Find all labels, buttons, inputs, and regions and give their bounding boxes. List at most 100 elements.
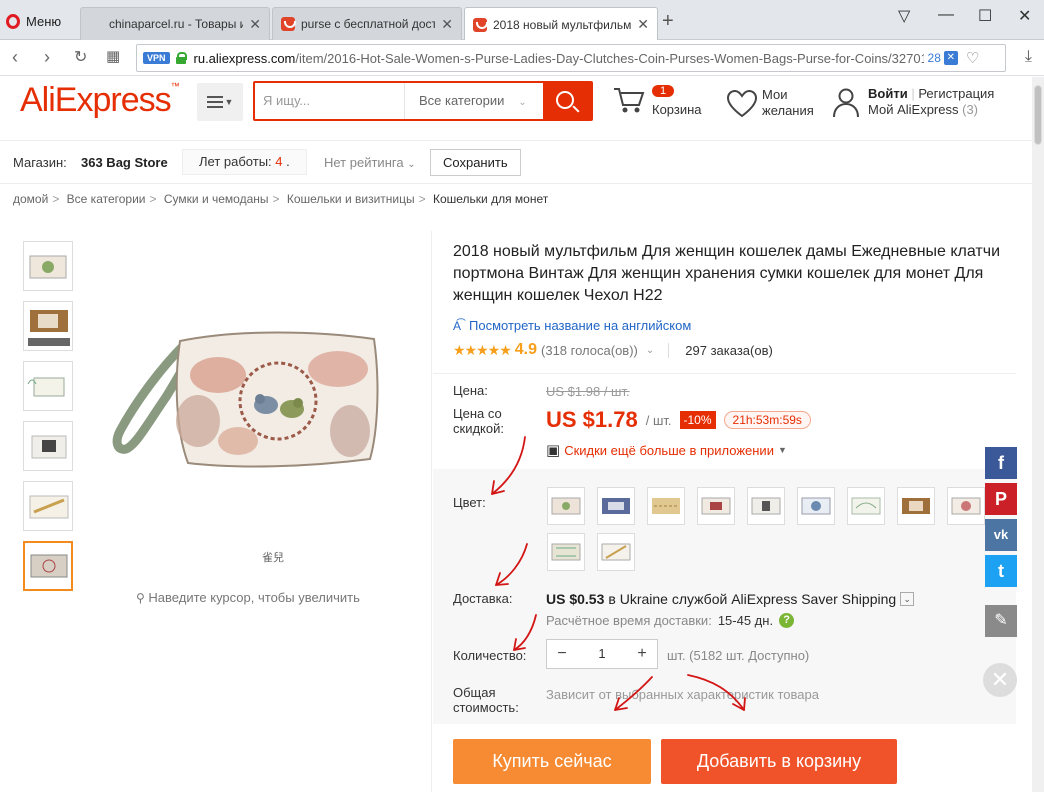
color-label: Цвет: [453,495,486,510]
votes-link[interactable]: (318 голоса(ов)) [541,343,638,358]
thumbnail-image [30,554,68,578]
close-tab-icon[interactable]: ✕ [249,16,261,33]
vk-share-button[interactable]: vk [985,519,1017,551]
login-link[interactable]: Войти [868,86,908,101]
quantity-decrease-button[interactable]: − [547,640,577,668]
maximize-icon[interactable]: ☐ [978,6,992,26]
tab-menu-icon[interactable]: ▽ [898,6,910,26]
color-swatch-image [602,498,630,514]
gallery-thumbnail-selected[interactable] [23,541,73,591]
search-button[interactable] [543,83,591,119]
close-window-icon[interactable]: ✕ [1018,6,1031,26]
product-title: 2018 новый мультфильм Для женщин кошелек… [453,243,1001,304]
adblock-icon[interactable]: ✕ [943,51,958,65]
url-text[interactable]: ru.aliexpress.com/item/2016-Hot-Sale-Wom… [194,51,924,66]
category-select[interactable]: Все категории ⌄ [405,83,543,119]
shipping-price: US $0.53 [546,591,605,607]
main-product-image[interactable] [88,301,418,501]
opera-menu-button[interactable]: Меню [6,10,61,32]
page-scrollbar[interactable] [1032,77,1044,792]
close-tab-icon[interactable]: ✕ [441,16,453,33]
shipping-method[interactable]: в Ukraine службой AliExpress Saver Shipp… [608,591,896,607]
color-option[interactable] [897,487,935,525]
search-input[interactable]: Я ищу... [255,83,405,119]
quantity-increase-button[interactable]: + [627,640,657,668]
tab-purse-search[interactable]: purse с бесплатной доста ✕ [272,7,462,40]
color-option[interactable] [547,533,585,571]
breadcrumb-bags[interactable]: Сумки и чемоданы [164,192,269,206]
color-swatch-image [851,497,881,515]
zoom-icon: ⚲ [136,591,145,605]
color-option[interactable] [647,487,685,525]
vk-icon: vk [993,527,1009,542]
color-option[interactable] [697,487,735,525]
color-option[interactable] [597,533,635,571]
total-label: Общая [453,685,496,700]
tab-product-active[interactable]: 2018 новый мультфильм ✕ [464,7,658,41]
bookmark-heart-icon[interactable]: ♡ [966,49,979,67]
color-option[interactable] [797,487,835,525]
color-swatch-image [951,497,981,515]
color-option[interactable] [947,487,985,525]
add-to-cart-button[interactable]: Добавить в корзину [661,739,897,784]
quantity-input[interactable]: 1 [577,640,627,668]
gallery-thumbnail[interactable] [23,241,73,291]
color-option[interactable] [847,487,885,525]
pinterest-share-button[interactable]: P [985,483,1017,515]
reload-icon[interactable]: ↻ [74,47,87,67]
translate-link[interactable]: A͡ Посмотреть название на английском [453,318,691,333]
thumbnail-image [31,435,67,459]
forward-icon[interactable]: › [44,47,50,68]
shipping-dropdown-icon[interactable]: ⌄ [900,592,915,606]
breadcrumb-home[interactable]: домой [13,192,48,206]
total-label-2: стоимость: [453,700,519,715]
buy-now-button[interactable]: Купить сейчас [453,739,651,784]
cart-count-badge: 1 [652,85,675,97]
help-icon[interactable]: ? [779,613,795,628]
chevron-down-icon[interactable]: ⌄ [646,345,654,356]
save-store-button[interactable]: Сохранить [430,149,521,176]
lock-icon[interactable] [175,52,187,64]
scrollbar-thumb[interactable] [1034,85,1042,145]
gallery-thumbnail[interactable] [23,361,73,411]
my-aliexpress-link[interactable]: Мой AliExpress [868,102,959,117]
chevron-down-icon: ⌄ [407,159,416,170]
store-rating-dropdown[interactable]: Нет рейтинга ⌄ [324,155,416,170]
register-link[interactable]: Регистрация [918,86,994,101]
twitter-share-button[interactable]: t [985,555,1017,587]
close-social-button[interactable]: ✕ [983,663,1017,697]
gallery-thumbnail[interactable] [23,301,73,351]
download-icon[interactable]: ⤓ [1025,48,1032,66]
back-icon[interactable]: ‹ [12,47,18,68]
chevron-down-icon: ▼ [777,445,787,455]
color-option[interactable] [747,487,785,525]
thumbnail-image [28,310,70,346]
color-option[interactable] [547,487,585,525]
price-unit: / шт. [645,412,672,428]
breadcrumb-all-categories[interactable]: Все категории [67,192,146,206]
aliexpress-logo[interactable]: AliExpress™ [20,81,180,120]
url-field[interactable]: VPN ru.aliexpress.com/item/2016-Hot-Sale… [136,44,1006,72]
new-tab-icon[interactable]: + [662,10,674,33]
edit-button[interactable]: ✎ [985,605,1017,637]
tab-chinaparcel[interactable]: chinaparcel.ru - Товары и ✕ [80,7,270,40]
gallery-thumbnail[interactable] [23,421,73,471]
categories-menu-button[interactable]: ▼ [197,83,243,121]
store-name-link[interactable]: 363 Bag Store [81,155,168,170]
cart-link[interactable]: 1 Корзина [612,85,702,118]
vpn-badge[interactable]: VPN [143,52,170,64]
user-icon [833,88,859,118]
close-tab-icon[interactable]: ✕ [637,16,649,33]
browser-tab-bar: Меню chinaparcel.ru - Товары и ✕ purse с… [0,0,1044,41]
adblock-count[interactable]: 28 [928,51,941,65]
wishlist-label-2: желания [762,103,814,118]
minimize-icon[interactable]: — [938,6,954,24]
app-discount-link[interactable]: ▣ Скидки ещё больше в приложении ▼ [546,441,787,459]
facebook-share-button[interactable]: f [985,447,1017,479]
gallery-thumbnail[interactable] [23,481,73,531]
color-option[interactable] [597,487,635,525]
speed-dial-icon[interactable]: ▦ [106,47,120,65]
store-years: Лет работы: 4 . [182,149,307,175]
color-swatch-image [902,498,930,514]
breadcrumb-wallets[interactable]: Кошельки и визитницы [287,192,415,206]
